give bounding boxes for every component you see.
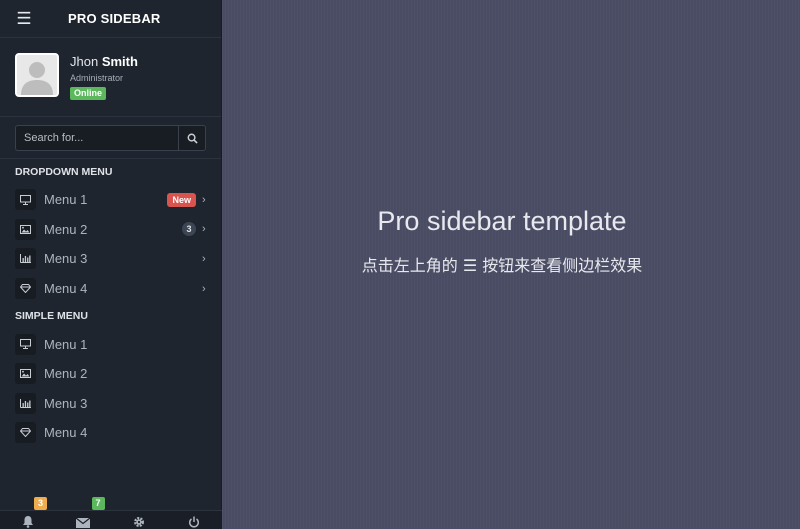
menu-item-label: Menu 1 bbox=[44, 192, 88, 208]
simple-menu-item-4[interactable]: Menu 4 bbox=[0, 418, 221, 448]
menu-item-label: Menu 3 bbox=[44, 395, 88, 411]
menu-item-label: Menu 2 bbox=[44, 366, 88, 382]
search-button[interactable] bbox=[178, 125, 206, 151]
user-name: Jhon Smith bbox=[70, 54, 138, 69]
user-role: Administrator bbox=[70, 73, 124, 83]
notifications-badge: 3 bbox=[34, 497, 48, 510]
sidebar-brand: ☰ PRO SIDEBAR bbox=[0, 0, 221, 38]
new-badge: New bbox=[167, 192, 196, 207]
menu-item-label: Menu 2 bbox=[44, 221, 88, 237]
dropdown-menu-item-2[interactable]: Menu 2 3 › bbox=[0, 215, 221, 245]
monitor-icon bbox=[15, 189, 36, 211]
chart-icon bbox=[15, 248, 36, 270]
count-badge: 3 bbox=[182, 222, 196, 237]
page-title: Pro sidebar template bbox=[377, 206, 627, 236]
bell-icon bbox=[22, 516, 33, 528]
brand-title: PRO SIDEBAR bbox=[68, 11, 161, 26]
menu-item-label: Menu 1 bbox=[44, 336, 88, 352]
chevron-right-icon: › bbox=[202, 252, 206, 265]
search-section bbox=[0, 117, 221, 159]
messages-badge: 7 bbox=[91, 497, 105, 510]
image-icon bbox=[15, 363, 36, 385]
power-icon bbox=[189, 516, 200, 528]
menu-item-label: Menu 4 bbox=[44, 281, 88, 297]
avatar bbox=[15, 53, 59, 97]
menu-item-label: Menu 4 bbox=[44, 425, 88, 441]
notifications-button[interactable]: 3 bbox=[0, 497, 56, 529]
power-button[interactable] bbox=[167, 511, 223, 529]
status-badge: Online bbox=[70, 87, 107, 100]
simple-menu-item-1[interactable]: Menu 1 bbox=[0, 329, 221, 359]
dropdown-menu-header: DROPDOWN MENU bbox=[15, 166, 113, 178]
search-input[interactable] bbox=[15, 125, 178, 151]
search-icon bbox=[187, 133, 198, 144]
simple-menu-header: SIMPLE MENU bbox=[15, 310, 88, 323]
simple-menu-item-3[interactable]: Menu 3 bbox=[0, 389, 221, 419]
sidebar: ☰ PRO SIDEBAR Jhon Smith Administrator O… bbox=[0, 0, 222, 529]
dropdown-menu-item-3[interactable]: Menu 3 › bbox=[0, 244, 221, 274]
simple-menu-item-2[interactable]: Menu 2 bbox=[0, 359, 221, 389]
menu-toggle-icon[interactable]: ☰ bbox=[0, 0, 48, 38]
dropdown-menu-item-1[interactable]: Menu 1 New › bbox=[0, 185, 221, 215]
chevron-right-icon: › bbox=[202, 193, 206, 206]
monitor-icon bbox=[15, 333, 36, 355]
page-subtitle: 点击左上角的 ☰ 按钮来查看侧边栏效果 bbox=[361, 256, 643, 275]
gear-icon bbox=[133, 517, 144, 527]
messages-button[interactable]: 7 bbox=[56, 497, 112, 529]
envelope-icon bbox=[76, 518, 91, 528]
diamond-icon bbox=[15, 278, 36, 300]
chevron-right-icon: › bbox=[202, 223, 206, 236]
diamond-icon bbox=[15, 422, 36, 444]
user-profile: Jhon Smith Administrator Online bbox=[0, 38, 221, 117]
image-icon bbox=[15, 218, 36, 240]
sidebar-footer: 3 7 bbox=[0, 497, 223, 529]
main-content: Pro sidebar template 点击左上角的 ☰ 按钮来查看侧边栏效果 bbox=[222, 0, 800, 529]
menu-item-label: Menu 3 bbox=[44, 251, 88, 267]
chevron-right-icon: › bbox=[202, 282, 206, 295]
settings-button[interactable] bbox=[111, 511, 167, 529]
dropdown-menu-item-4[interactable]: Menu 4 › bbox=[0, 274, 221, 304]
chart-icon bbox=[15, 392, 36, 414]
